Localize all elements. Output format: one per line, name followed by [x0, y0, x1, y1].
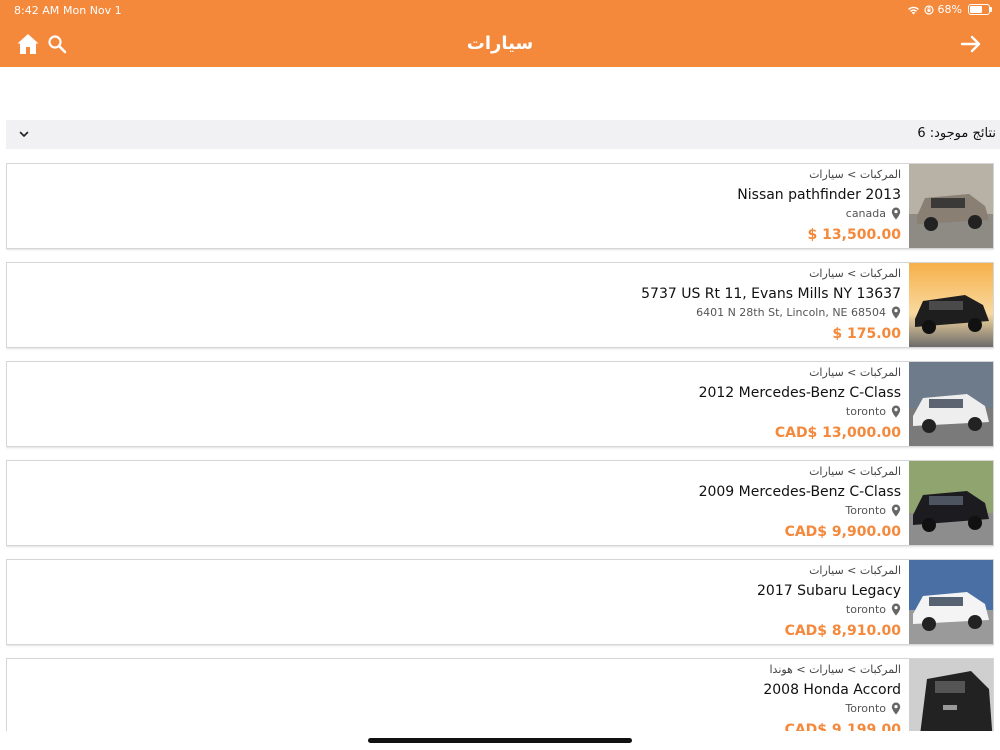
category-breadcrumb: المركبات > سيارات > هوندا [769, 663, 901, 676]
location-pin-icon [891, 603, 901, 616]
location-pin-icon [891, 306, 901, 319]
listing-title[interactable]: 5737 US Rt 11, Evans Mills NY 13637 [641, 286, 901, 302]
listing-card[interactable]: المركبات > سيارات 2012 Mercedes-Benz C-C… [6, 361, 994, 447]
listing-card[interactable]: المركبات > سيارات 2017 Subaru Legacy tor… [6, 559, 994, 645]
battery-icon [968, 4, 992, 15]
battery-percent: 68% [937, 3, 962, 16]
arrow-right-icon[interactable] [960, 33, 982, 55]
listing-price: $ 175.00 [832, 326, 901, 342]
listing-location: Toronto [845, 702, 886, 715]
category-breadcrumb: المركبات > سيارات [809, 267, 901, 280]
listing-card[interactable]: المركبات > سيارات > هوندا 2008 Honda Acc… [6, 658, 994, 731]
category-breadcrumb: المركبات > سيارات [809, 564, 901, 577]
location-pin-icon [891, 405, 901, 418]
results-count: نتائج موجود: 6 [917, 126, 996, 141]
location-pin-icon [891, 207, 901, 220]
car-thumbnail[interactable] [909, 263, 993, 347]
chevron-down-icon [19, 131, 29, 137]
listing-location: toronto [845, 405, 886, 418]
car-thumbnail[interactable] [909, 461, 993, 545]
car-thumbnail[interactable] [909, 560, 993, 644]
listing-card[interactable]: المركبات > سيارات 2009 Mercedes-Benz C-C… [6, 460, 994, 546]
listing-price: CAD$ 9,900.00 [784, 524, 901, 540]
listing-title[interactable]: 2009 Mercedes-Benz C-Class [699, 484, 901, 500]
home-indicator-bar[interactable] [368, 738, 632, 743]
listing-card[interactable]: المركبات > سيارات 5737 US Rt 11, Evans M… [6, 262, 994, 348]
listing-price: CAD$ 13,000.00 [774, 425, 901, 441]
status-date: Mon Nov 1 [63, 4, 122, 17]
listing-card[interactable]: المركبات > سيارات Nissan pathfinder 2013… [6, 163, 994, 249]
wifi-icon [907, 6, 919, 14]
listing-location: canada [845, 207, 886, 220]
car-thumbnail[interactable] [909, 362, 993, 446]
results-filter-dropdown[interactable]: نتائج موجود: 6 [6, 120, 1000, 149]
category-breadcrumb: المركبات > سيارات [809, 366, 901, 379]
car-thumbnail[interactable] [909, 164, 993, 248]
listing-price: CAD$ 8,910.00 [784, 623, 901, 639]
listing-location: 6401 N 28th St, Lincoln, NE 68504 [696, 306, 886, 319]
listing-location: toronto [845, 603, 886, 616]
orientation-lock-icon [923, 4, 934, 15]
category-breadcrumb: المركبات > سيارات [809, 168, 901, 181]
status-indicators: 68% [907, 3, 992, 16]
location-pin-icon [891, 504, 901, 517]
listing-title[interactable]: 2012 Mercedes-Benz C-Class [699, 385, 901, 401]
listing-location: Toronto [845, 504, 886, 517]
listing-title[interactable]: 2008 Honda Accord [763, 682, 901, 698]
listing-price: $ 13,500.00 [807, 227, 901, 243]
page-title: سيارات [466, 33, 534, 54]
listing-list: المركبات > سيارات Nissan pathfinder 2013… [6, 163, 994, 731]
location-pin-icon [891, 702, 901, 715]
listing-title[interactable]: Nissan pathfinder 2013 [737, 187, 901, 203]
listing-price: CAD$ 9,199.00 [784, 722, 901, 731]
app-header: 8:42 AM Mon Nov 1 68% سيارات [0, 0, 1000, 67]
status-time: 8:42 AM [14, 4, 60, 17]
listing-title[interactable]: 2017 Subaru Legacy [757, 583, 901, 599]
car-thumbnail[interactable] [909, 659, 993, 731]
category-breadcrumb: المركبات > سيارات [809, 465, 901, 478]
